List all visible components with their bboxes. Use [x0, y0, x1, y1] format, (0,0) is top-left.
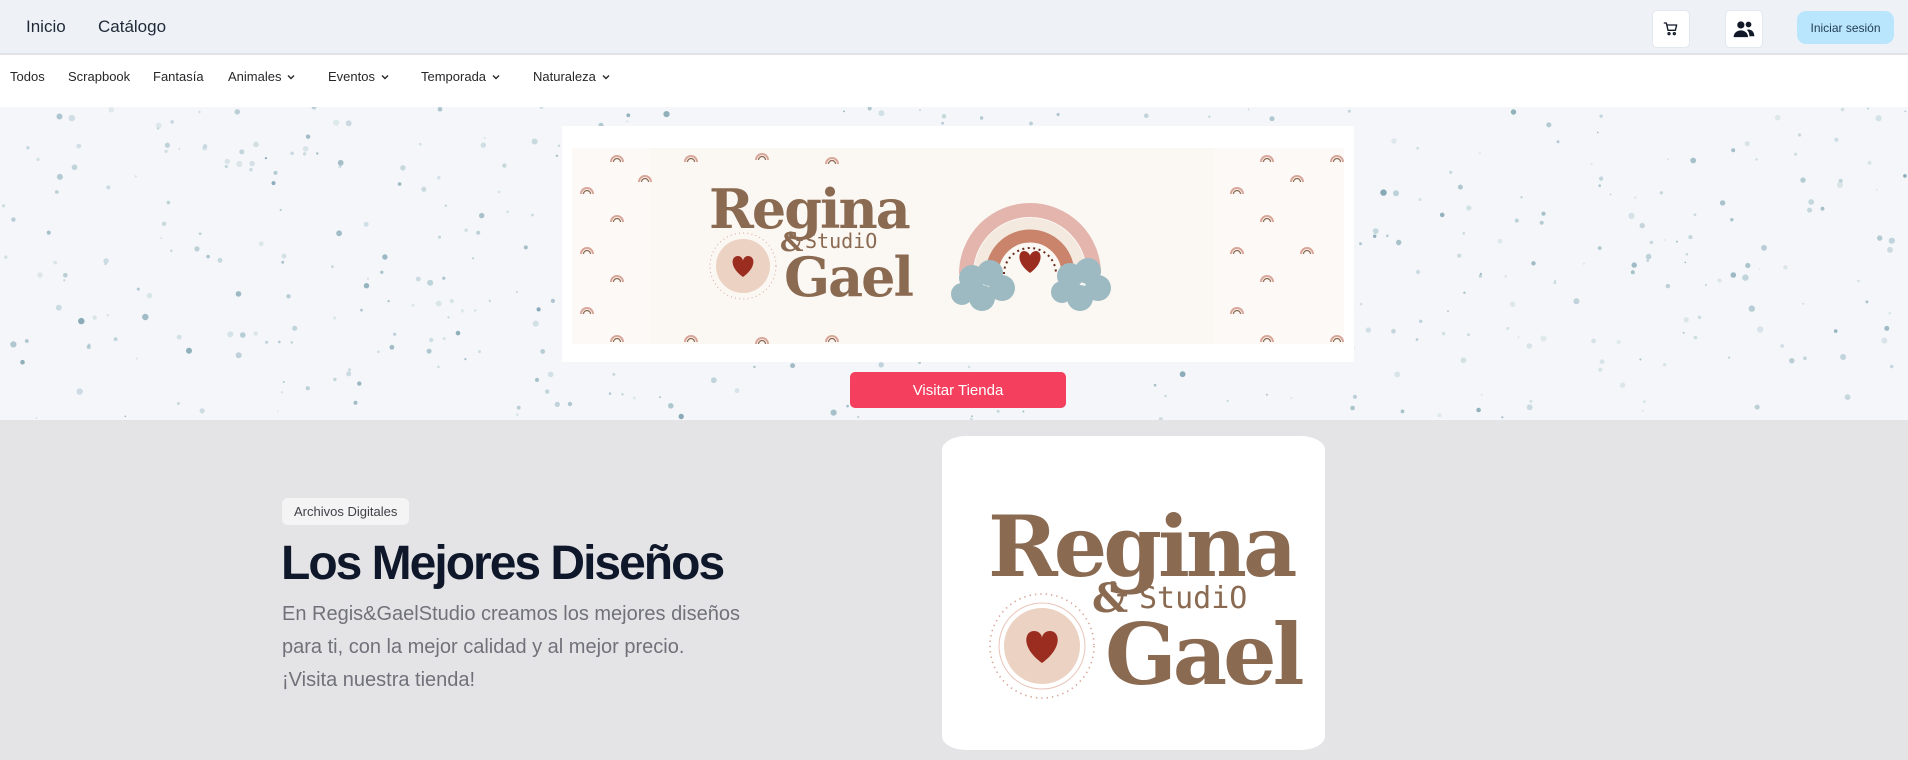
sun-heart-icon [989, 593, 1095, 699]
visit-store-button[interactable]: Visitar Tienda [850, 372, 1066, 408]
category-temporada[interactable]: Temporada [421, 69, 501, 84]
category-todos[interactable]: Todos [10, 69, 45, 84]
banner-artwork: Regina & StudiO Gael [562, 126, 1354, 362]
top-navbar: Inicio Catálogo Iniciar sesión [0, 0, 1908, 54]
category-scrapbook[interactable]: Scrapbook [68, 69, 130, 84]
chevron-down-icon [492, 74, 500, 79]
category-animales[interactable]: Animales [228, 69, 296, 84]
cart-button[interactable] [1652, 10, 1690, 48]
brand-logo: Regina & StudiO Gael [988, 497, 1307, 704]
hero-section: Regina & StudiO Gael Visitar Tienda [0, 107, 1908, 420]
logo-word-2: Gael [1105, 605, 1303, 704]
chevron-down-icon [287, 74, 295, 79]
users-button[interactable] [1725, 10, 1763, 48]
login-button[interactable]: Iniciar sesión [1797, 11, 1894, 44]
store-banner[interactable]: Regina & StudiO Gael [562, 126, 1354, 362]
nav-link-catalogo[interactable]: Catálogo [98, 17, 166, 37]
feature-section: Archivos Digitales Los Mejores Diseños E… [0, 424, 1908, 760]
banner-logo-word-2: Gael [784, 245, 913, 309]
users-icon [1733, 21, 1755, 38]
page-title: Los Mejores Diseños [281, 537, 725, 590]
chevron-down-icon [602, 74, 610, 79]
cart-icon [1663, 22, 1678, 36]
chevron-down-icon [381, 74, 389, 79]
description: En Regis&GaelStudio creamos los mejores … [282, 603, 740, 691]
category-naturaleza[interactable]: Naturaleza [533, 69, 611, 84]
category-badge: Archivos Digitales [282, 498, 410, 525]
category-bar: Todos Scrapbook Fantasía Animales Evento… [0, 55, 1908, 107]
nav-link-inicio[interactable]: Inicio [26, 17, 66, 37]
category-eventos[interactable]: Eventos [328, 69, 390, 84]
logo-image: Regina & StudiO Gael [942, 436, 1325, 750]
category-fantasia[interactable]: Fantasía [153, 69, 204, 84]
